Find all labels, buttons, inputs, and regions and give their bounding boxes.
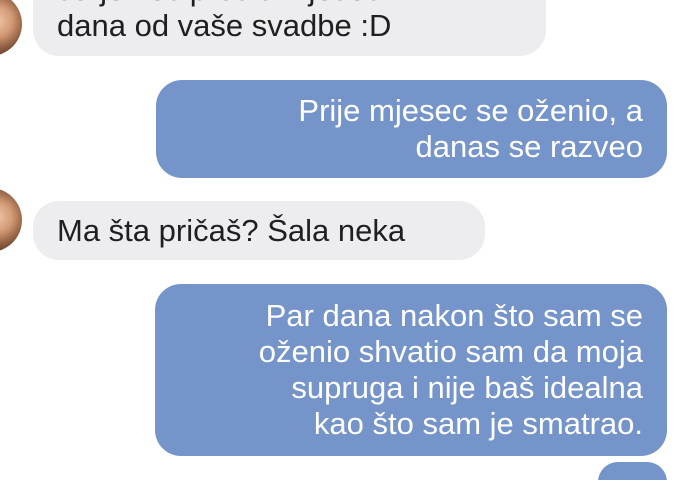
message-text: Ma šta pričaš? Šala neka [57,212,406,248]
outgoing-message[interactable] [598,462,667,480]
chat-thread: da je već prošlo mjesec dana od vaše sva… [0,0,690,480]
message-text: Prije mjesec se oženio, a danas se razve… [298,93,643,164]
outgoing-message[interactable]: Par dana nakon što sam se oženio shvatio… [155,284,667,456]
contact-avatar[interactable] [0,188,22,252]
incoming-message[interactable]: da je već prošlo mjesec dana od vaše sva… [33,0,546,56]
outgoing-message[interactable]: Prije mjesec se oženio, a danas se razve… [156,80,667,178]
incoming-message[interactable]: Ma šta pričaš? Šala neka [33,201,485,260]
message-text: da je već prošlo mjesec dana od vaše sva… [57,0,392,43]
message-text: Par dana nakon što sam se oženio shvatio… [258,298,643,441]
contact-avatar[interactable] [0,0,22,56]
